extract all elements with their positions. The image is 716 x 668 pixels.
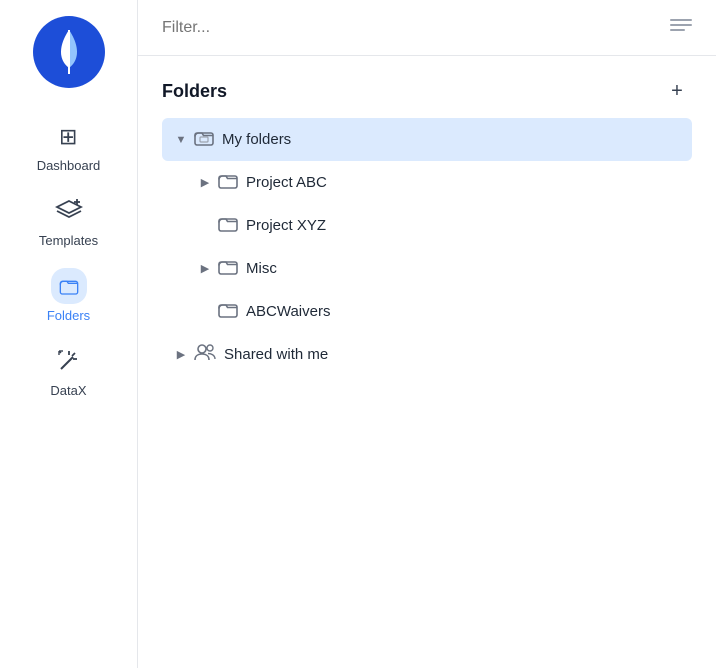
tree-item-misc[interactable]: ▶ Misc [162, 247, 692, 290]
shared-users-icon [194, 343, 216, 366]
templates-icon [51, 193, 87, 229]
folder-icon-project-xyz [218, 214, 238, 237]
add-folder-button[interactable]: + [662, 76, 692, 106]
sidebar-item-folders[interactable]: Folders [0, 258, 137, 333]
sidebar-label-dashboard: Dashboard [37, 158, 101, 173]
filter-back-icon[interactable] [670, 16, 692, 39]
dashboard-icon: ⊞ [51, 118, 87, 154]
tree-label-project-xyz: Project XYZ [246, 217, 326, 234]
sidebar: ⊞ Dashboard Templates Folde [0, 0, 138, 668]
folders-icon [51, 268, 87, 304]
filter-input[interactable] [162, 19, 662, 37]
main-content: Folders + ▼ My folders ▶ [138, 0, 716, 668]
folders-section: Folders + ▼ My folders ▶ [138, 56, 716, 376]
tree-item-shared-with-me[interactable]: ▶ Shared with me [162, 333, 692, 376]
tree-item-project-abc[interactable]: ▶ Project ABC [162, 161, 692, 204]
tree-label-project-abc: Project ABC [246, 174, 327, 191]
chevron-down-icon: ▼ [174, 134, 188, 146]
folder-icon-project-abc [218, 171, 238, 194]
chevron-right-icon-shared: ▶ [174, 348, 188, 361]
tree-item-abcwaivers[interactable]: ABCWaivers [162, 290, 692, 333]
tree-label-shared-with-me: Shared with me [224, 346, 328, 363]
filter-bar [138, 0, 716, 56]
tree-label-my-folders: My folders [222, 131, 291, 148]
sidebar-label-datax: DataX [50, 383, 86, 398]
tree-label-abcwaivers: ABCWaivers [246, 303, 330, 320]
folder-image-icon [194, 128, 214, 151]
folder-icon-misc [218, 257, 238, 280]
tree-label-misc: Misc [246, 260, 277, 277]
svg-text:⊞: ⊞ [59, 124, 77, 149]
tree-item-my-folders[interactable]: ▼ My folders [162, 118, 692, 161]
datax-icon [51, 343, 87, 379]
chevron-right-icon-misc: ▶ [198, 262, 212, 275]
chevron-right-icon: ▶ [198, 176, 212, 189]
sidebar-item-dashboard[interactable]: ⊞ Dashboard [0, 108, 137, 183]
folder-tree: ▼ My folders ▶ [162, 118, 692, 376]
sidebar-item-templates[interactable]: Templates [0, 183, 137, 258]
folders-header: Folders + [162, 76, 692, 106]
app-logo[interactable] [33, 16, 105, 88]
tree-item-project-xyz[interactable]: Project XYZ [162, 204, 692, 247]
sidebar-label-folders: Folders [47, 308, 90, 323]
sidebar-label-templates: Templates [39, 233, 98, 248]
folder-icon-abcwaivers [218, 300, 238, 323]
sidebar-item-datax[interactable]: DataX [0, 333, 137, 408]
folders-title: Folders [162, 81, 227, 102]
